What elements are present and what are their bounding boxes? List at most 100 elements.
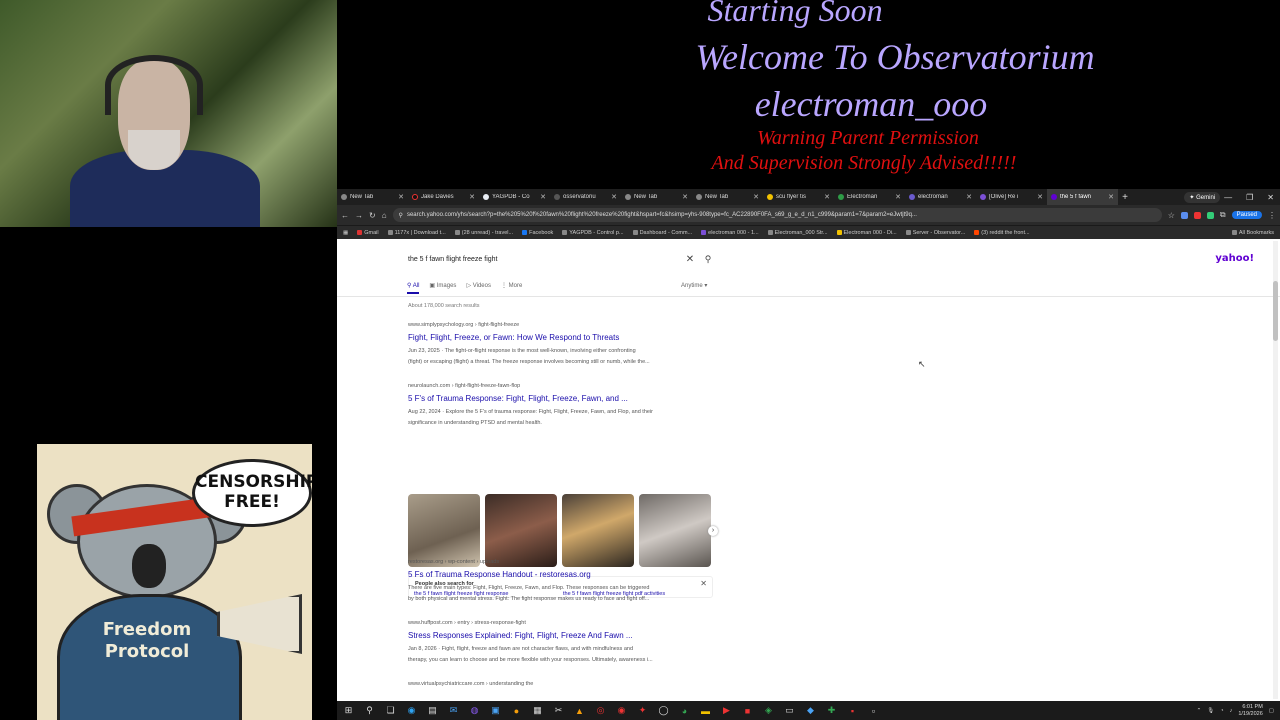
browser-tab[interactable]: osservatoriu ✕ (550, 189, 621, 205)
bookmark-item[interactable]: (28 unread) - travel... (454, 230, 513, 236)
task-view-icon[interactable]: ❏ (383, 704, 398, 717)
browser-tab-active[interactable]: the 5 f fawn ✕ (1047, 189, 1118, 205)
bookmark-item[interactable]: Dashboard - Comm... (632, 230, 692, 236)
bookmark-item[interactable]: Electroman 000 - Di... (836, 230, 897, 236)
apps-grid-icon[interactable]: ▦ (343, 230, 348, 236)
chevron-up-icon[interactable]: ⌃ (1197, 708, 1202, 714)
all-bookmarks-button[interactable]: All Bookmarks (1231, 230, 1274, 236)
app-icon[interactable]: ✂ (551, 704, 566, 717)
notification-icon[interactable]: ▢ (1269, 708, 1274, 714)
yahoo-logo[interactable]: yahoo! (1215, 253, 1254, 264)
discord-icon[interactable]: ◍ (467, 704, 482, 717)
start-icon[interactable]: ⊞ (341, 704, 356, 717)
bookmark-item[interactable]: Facebook (522, 230, 553, 236)
result-url[interactable]: www.huffpost.com › entry › stress-respon… (408, 620, 713, 626)
close-icon[interactable]: ✕ (540, 193, 546, 201)
site-info-icon[interactable]: ⚲ (399, 212, 403, 219)
app-icon[interactable]: ▲ (572, 704, 587, 717)
close-icon[interactable]: ✕ (966, 193, 972, 201)
back-icon[interactable]: ← (341, 211, 349, 220)
chrome-icon[interactable]: ◕ (677, 704, 692, 717)
app-icon[interactable]: ▦ (530, 704, 545, 717)
close-icon[interactable]: ✕ (895, 193, 901, 201)
profile-paused-button[interactable]: Paused (1231, 211, 1262, 219)
close-icon[interactable]: ✕ (398, 193, 404, 201)
browser-tab[interactable]: electroman ✕ (905, 189, 976, 205)
result-title[interactable]: Fight, Flight, Freeze, or Fawn: How We R… (408, 333, 713, 342)
bookmark-item[interactable]: electroman 000 - 1... (701, 230, 759, 236)
app-icon[interactable]: ▪ (845, 704, 860, 717)
clear-icon[interactable]: ✕ (680, 254, 700, 265)
edge-icon[interactable]: ◉ (404, 704, 419, 717)
search-icon[interactable]: ⚲ (362, 704, 377, 717)
search-icon[interactable]: ⚲ (700, 254, 716, 265)
browser-tab[interactable]: YAGPDB - Co ✕ (479, 189, 550, 205)
result-url[interactable]: www.virtualpsychiatriccare.com › underst… (408, 681, 713, 687)
extension-icon[interactable] (1206, 211, 1214, 219)
new-tab-button[interactable]: + (1118, 192, 1132, 203)
clock[interactable]: 6:01 PM 1/19/2026 (1238, 704, 1262, 718)
obs-icon[interactable]: ◯ (656, 704, 671, 717)
app-icon[interactable]: ◉ (614, 704, 629, 717)
forward-icon[interactable]: → (355, 211, 363, 220)
bookmark-item[interactable]: YAGPDB - Control p... (562, 230, 624, 236)
result-url[interactable]: www.simplypsychology.org › fight-flight-… (408, 322, 713, 328)
chevron-right-icon[interactable]: › (708, 526, 718, 536)
close-icon[interactable]: ✕ (824, 193, 830, 201)
scrollbar[interactable] (1273, 241, 1278, 699)
app-icon[interactable]: ■ (740, 704, 755, 717)
app-icon[interactable]: ✦ (635, 704, 650, 717)
close-icon[interactable]: ✕ (1108, 193, 1114, 201)
gemini-button[interactable]: ✦ Gemini (1184, 191, 1221, 203)
volume-icon[interactable]: ♪ (1230, 708, 1233, 714)
app-icon[interactable]: ◆ (803, 704, 818, 717)
browser-tab[interactable]: Jake Davies ✕ (408, 189, 479, 205)
mail-icon[interactable]: ✉ (446, 704, 461, 717)
browser-tab[interactable]: New Tab ✕ (692, 189, 763, 205)
app-icon[interactable]: ◎ (593, 704, 608, 717)
filter-more[interactable]: ⋮ More (501, 282, 522, 294)
extensions-puzzle-icon[interactable]: ⧉ (1220, 210, 1226, 220)
close-icon[interactable]: ✕ (469, 193, 475, 201)
app-icon[interactable]: ✚ (824, 704, 839, 717)
filter-images[interactable]: ▣ Images (429, 282, 456, 294)
browser-tab[interactable]: New Tab ✕ (621, 189, 692, 205)
image-result-fawn[interactable] (408, 494, 480, 567)
filter-videos[interactable]: ▷ Videos (466, 282, 491, 294)
browser-tab[interactable]: Electroman ✕ (834, 189, 905, 205)
bookmark-item[interactable]: Gmail (357, 230, 379, 236)
app-icon[interactable]: ▣ (488, 704, 503, 717)
search-input[interactable]: the 5 f fawn flight freeze fight (408, 256, 680, 263)
home-icon[interactable]: ⌂ (382, 211, 387, 220)
bookmark-item[interactable]: (3) reddit the front... (974, 230, 1030, 236)
result-title[interactable]: Stress Responses Explained: Fight, Fligh… (408, 631, 713, 640)
filter-all[interactable]: ⚲ All (407, 282, 420, 294)
browser-tab[interactable]: [Olive] Re i ✕ (976, 189, 1047, 205)
bookmark-star-icon[interactable]: ☆ (1168, 211, 1175, 220)
youtube-icon[interactable]: ▶ (719, 704, 734, 717)
app-icon[interactable]: ◈ (761, 704, 776, 717)
close-icon[interactable]: ✕ (611, 193, 617, 201)
network-icon[interactable]: ◔ (1220, 708, 1223, 714)
result-title[interactable]: 5 Fs of Trauma Response Handout - restor… (408, 570, 713, 579)
close-icon[interactable]: ✕ (682, 193, 688, 201)
image-result-therapy-session[interactable] (562, 494, 634, 567)
minimize-icon[interactable]: — (1224, 193, 1232, 202)
bookmark-item[interactable]: Electroman_000 Str... (767, 230, 828, 236)
close-window-icon[interactable]: ✕ (1267, 193, 1274, 202)
maximize-icon[interactable]: ❐ (1246, 193, 1253, 202)
browser-tab[interactable]: New Tab ✕ (337, 189, 408, 205)
bookmark-item[interactable]: 1177x | Download t... (387, 230, 446, 236)
image-result-bedroom[interactable] (639, 494, 711, 567)
app-icon[interactable]: ● (509, 704, 524, 717)
anytime-dropdown[interactable]: Anytime ▾ (681, 282, 707, 289)
app-icon[interactable]: ▫ (866, 704, 881, 717)
menu-kebab-icon[interactable]: ⋮ (1268, 211, 1276, 220)
browser-tab[interactable]: scu flyer tis ✕ (763, 189, 834, 205)
close-icon[interactable]: ✕ (753, 193, 759, 201)
microphone-icon[interactable]: 🎙 (1207, 708, 1214, 714)
terminal-icon[interactable]: ▭ (782, 704, 797, 717)
result-url[interactable]: restoresas.org › wp-content › uploads (408, 559, 713, 565)
result-url[interactable]: neurolaunch.com › fight-flight-freeze-fa… (408, 383, 713, 389)
bookmark-item[interactable]: Server - Observator... (905, 230, 965, 236)
